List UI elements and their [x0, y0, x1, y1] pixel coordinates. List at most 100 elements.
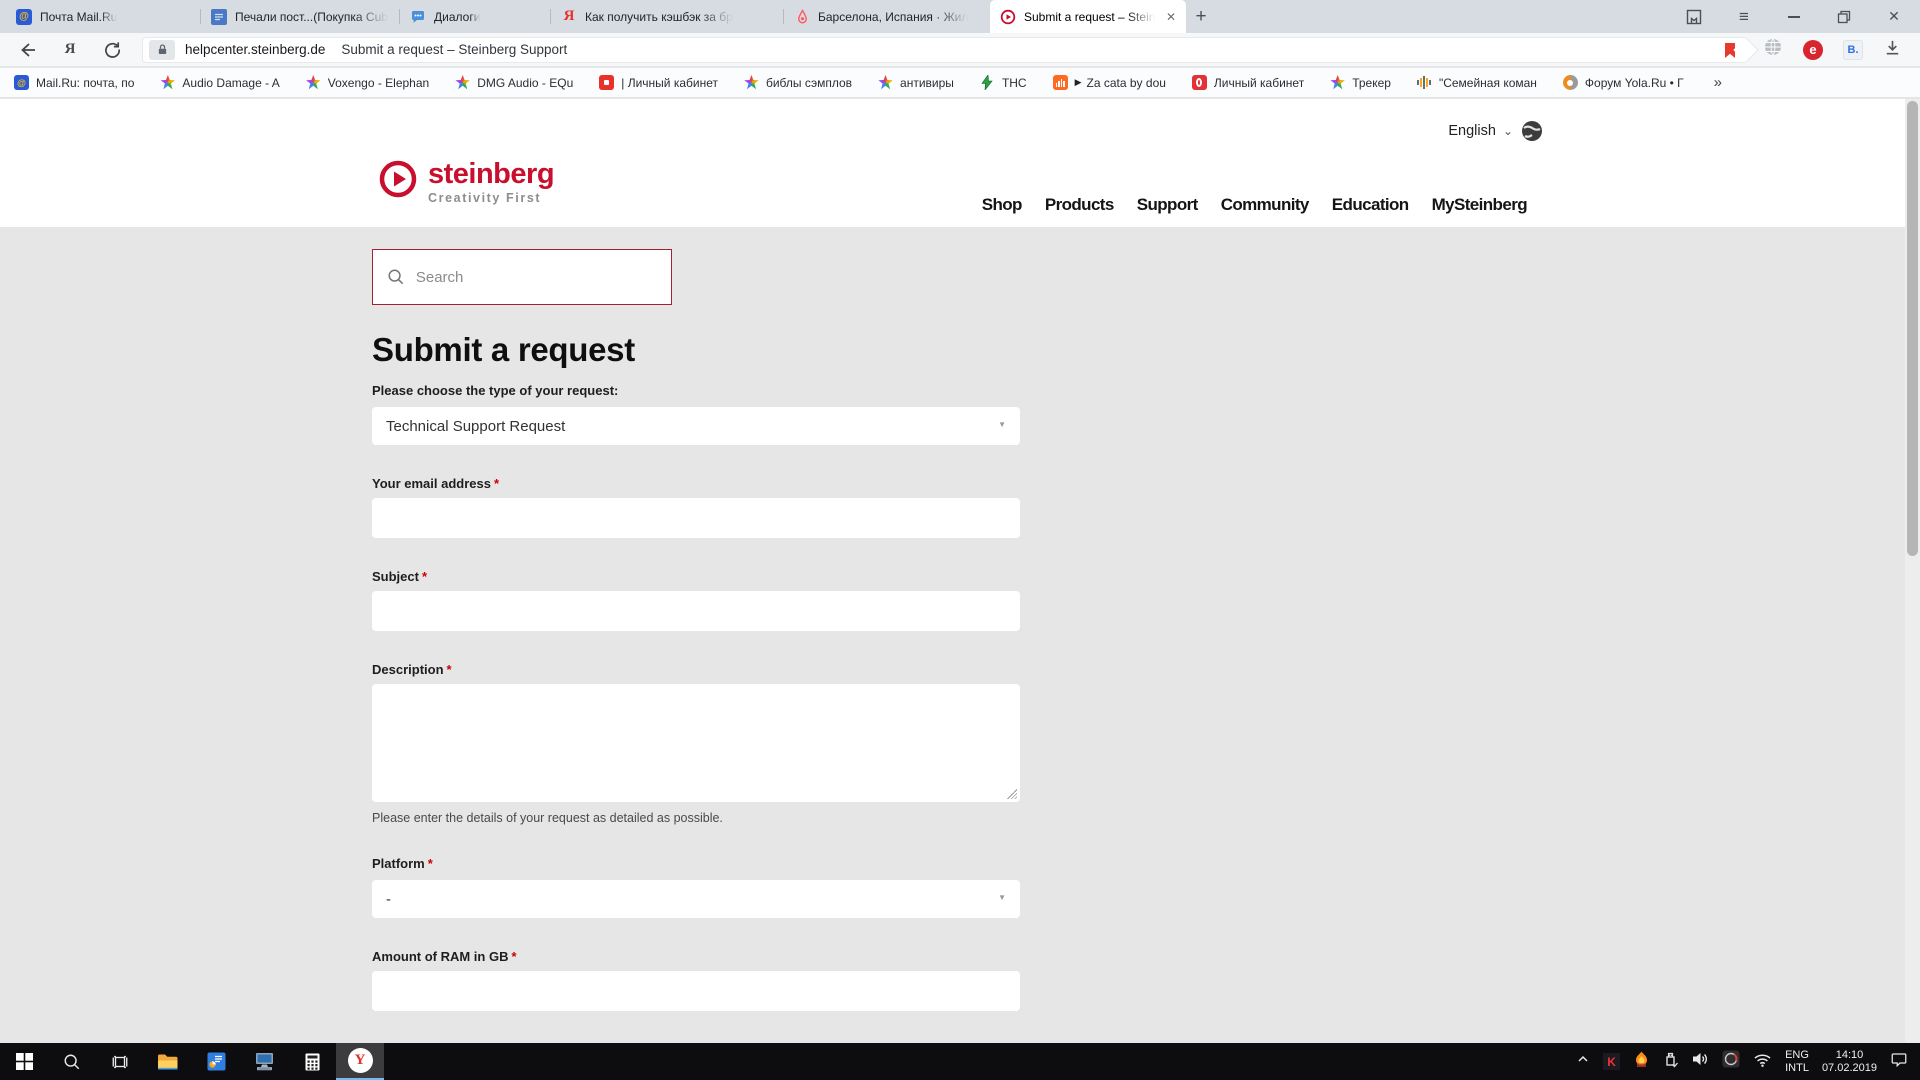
bookmark-yola-forum[interactable]: Форум Yola.Ru • Г	[1563, 75, 1684, 90]
bookmark-voxengo[interactable]: Voxengo - Elephan	[306, 75, 429, 90]
vk-extension-icon[interactable]: В.	[1843, 40, 1863, 60]
globe-extension-icon[interactable]	[1763, 37, 1783, 62]
tab-mailru[interactable]: @ Почта Mail.Ru	[6, 0, 200, 33]
request-type-select[interactable]: Technical Support Request ▼	[372, 407, 1020, 445]
steinberg-favicon-icon	[1000, 9, 1016, 25]
secure-lock-icon[interactable]	[149, 40, 175, 60]
tray-chevron-up-icon[interactable]	[1576, 1052, 1590, 1071]
language-code: ENG	[1785, 1049, 1809, 1062]
tab-steinberg-active[interactable]: Submit a request – Stein ✕	[990, 0, 1186, 33]
task-view-button[interactable]	[96, 1043, 144, 1080]
kaspersky-tray-icon[interactable]: K	[1603, 1053, 1620, 1070]
scrollbar-thumb[interactable]	[1907, 101, 1918, 556]
bookmark-tracker[interactable]: Трекер	[1330, 75, 1391, 90]
windows-taskbar: Y K ENG INTL	[0, 1043, 1920, 1080]
language-selector[interactable]: English ⌄	[1448, 119, 1544, 143]
browser-menu-icon[interactable]: ≡	[1734, 7, 1754, 27]
volume-tray-icon[interactable]	[1691, 1051, 1709, 1072]
yola-icon	[1563, 75, 1578, 90]
resize-grip-icon[interactable]	[1007, 789, 1017, 799]
platform-label: Platform*	[372, 856, 1920, 871]
window-controls: ≡ ✕	[1684, 0, 1920, 33]
bookmark-label: THC	[1002, 76, 1027, 90]
bookmark-label: Voxengo - Elephan	[328, 76, 429, 90]
bookmark-label: Audio Damage - A	[182, 76, 279, 90]
folder-icon	[157, 1053, 179, 1071]
reload-button[interactable]	[100, 38, 124, 62]
tab-forum[interactable]: Печали пост...(Покупка Cub	[201, 0, 399, 33]
tab-title: Submit a request – Stein	[1024, 10, 1155, 24]
close-window-button[interactable]: ✕	[1884, 7, 1904, 27]
sidebar-panel-icon[interactable]	[1684, 7, 1704, 27]
recorder-tray-icon[interactable]	[1722, 1050, 1740, 1073]
nav-shop[interactable]: Shop	[982, 195, 1022, 215]
restore-button[interactable]	[1834, 7, 1854, 27]
bookmark-audio-damage[interactable]: Audio Damage - A	[160, 75, 279, 90]
form-content: Submit a request Please choose the type …	[0, 249, 1920, 1043]
nav-mysteinberg[interactable]: MySteinberg	[1432, 195, 1527, 215]
bookmark-dmg-audio[interactable]: DMG Audio - EQu	[455, 75, 573, 90]
bookmark-mailru[interactable]: @ Mail.Ru: почта, по	[14, 75, 134, 90]
windows-logo-icon	[16, 1053, 33, 1070]
bookmark-samples[interactable]: библы сэмплов	[744, 75, 852, 90]
clock[interactable]: 14:10 07.02.2019	[1822, 1049, 1877, 1075]
forum-favicon-icon	[211, 9, 227, 25]
bookmark-flag-icon[interactable]	[1724, 43, 1736, 64]
tab-close-icon[interactable]: ✕	[1166, 10, 1176, 24]
web-page: steinberg Creativity First English ⌄ Sho…	[0, 99, 1920, 1043]
bookmark-family-team[interactable]: "Семейная коман	[1417, 75, 1537, 90]
back-button[interactable]	[16, 38, 40, 62]
usb-tray-icon[interactable]	[1663, 1051, 1678, 1073]
bookmark-label: библы сэмплов	[766, 76, 852, 90]
layout-code: INTL	[1785, 1062, 1809, 1075]
platform-select[interactable]: - ▼	[372, 880, 1020, 918]
tab-yandex-search[interactable]: Я Как получить кэшбэк за бр	[551, 0, 783, 33]
nav-education[interactable]: Education	[1332, 195, 1409, 215]
task-view-icon	[111, 1053, 129, 1071]
calculator-button[interactable]	[288, 1043, 336, 1080]
nav-products[interactable]: Products	[1045, 195, 1114, 215]
steinberg-logo[interactable]: steinberg Creativity First	[378, 159, 554, 205]
page-scrollbar[interactable]	[1905, 99, 1920, 1043]
airbnb-favicon-icon	[794, 9, 810, 25]
bookmark-cabinet-opera[interactable]: Личный кабинет	[1192, 75, 1304, 90]
request-type-value: Technical Support Request	[386, 418, 565, 435]
wifi-tray-icon[interactable]	[1753, 1051, 1772, 1073]
yandex-browser-taskbar-button[interactable]: Y	[336, 1043, 384, 1080]
search-input[interactable]	[416, 269, 657, 286]
nav-support[interactable]: Support	[1137, 195, 1198, 215]
bookmark-antivirus[interactable]: антивиры	[878, 75, 954, 90]
yandex-home-button[interactable]: Я	[58, 38, 82, 62]
bookmarks-overflow-chevron[interactable]: »	[1714, 74, 1722, 91]
nav-community[interactable]: Community	[1221, 195, 1309, 215]
tab-dialogs[interactable]: Диалоги	[400, 0, 550, 33]
taskbar-search-button[interactable]	[48, 1043, 96, 1080]
bookmark-label: Личный кабинет	[1214, 76, 1304, 90]
action-center-icon[interactable]	[1890, 1050, 1908, 1073]
bookmark-cabinet-red[interactable]: | Личный кабинет	[599, 75, 718, 90]
evernote-extension-icon[interactable]: e	[1803, 40, 1823, 60]
keyboard-language-indicator[interactable]: ENG INTL	[1785, 1049, 1809, 1075]
start-button[interactable]	[0, 1043, 48, 1080]
rme-tray-icon[interactable]	[1633, 1051, 1650, 1073]
email-input[interactable]	[372, 498, 1020, 538]
request-type-label: Please choose the type of your request:	[372, 383, 1920, 398]
new-tab-button[interactable]: +	[1186, 0, 1216, 33]
system-app-button[interactable]	[192, 1043, 240, 1080]
play-icon: ▶	[1075, 77, 1082, 88]
minimize-button[interactable]	[1784, 7, 1804, 27]
ram-input[interactable]	[372, 971, 1020, 1011]
bookmark-thc[interactable]: THC	[980, 75, 1027, 90]
description-textarea[interactable]	[372, 684, 1020, 802]
at-glyph: @	[19, 11, 29, 22]
steinberg-logo-icon	[378, 159, 418, 199]
bookmark-soundcloud[interactable]: ▶ Za cata by dou	[1053, 75, 1166, 90]
file-explorer-button[interactable]	[144, 1043, 192, 1080]
tab-airbnb[interactable]: Барселона, Испания · Жил	[784, 0, 990, 33]
download-icon[interactable]	[1883, 38, 1902, 62]
remote-desktop-button[interactable]	[240, 1043, 288, 1080]
url-host: helpcenter.steinberg.de	[185, 42, 325, 57]
subject-input[interactable]	[372, 591, 1020, 631]
url-bar[interactable]: helpcenter.steinberg.de Submit a request…	[142, 37, 1747, 63]
email-label: Your email address*	[372, 476, 1920, 491]
